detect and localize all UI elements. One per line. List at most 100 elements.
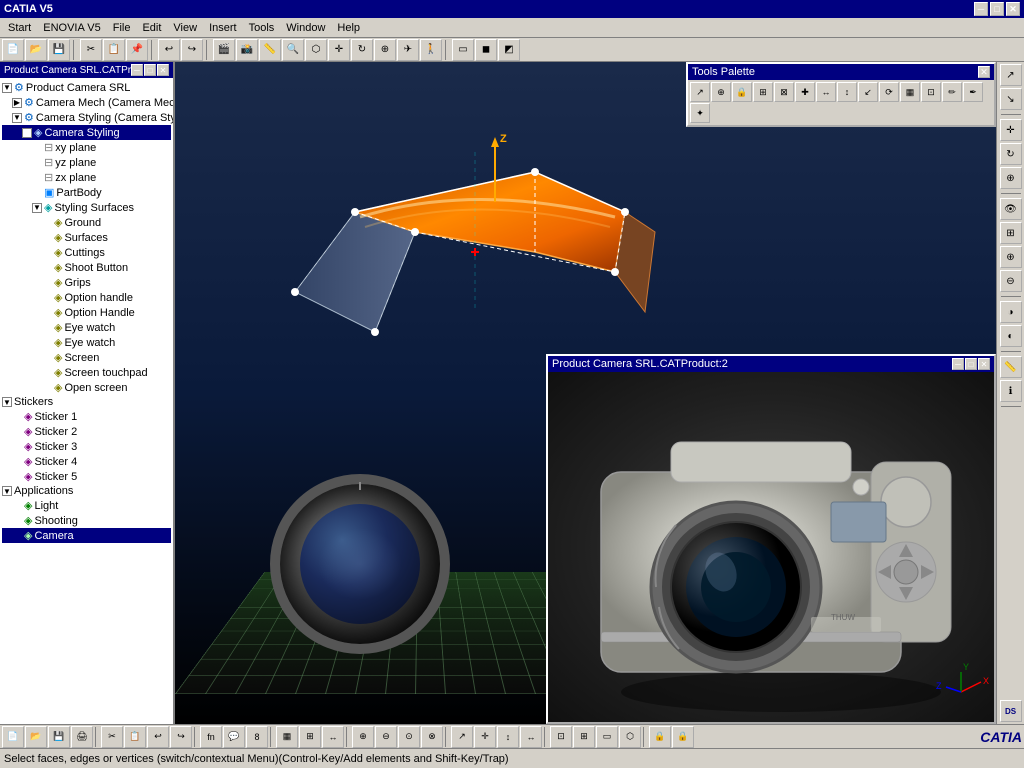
menu-start[interactable]: Start [2,20,37,36]
bt-btn-28[interactable]: 🔒 [672,726,694,748]
tp-btn-4[interactable]: ⊞ [753,82,773,102]
tp-btn-1[interactable]: ↗ [690,82,710,102]
bt-btn-4[interactable]: 🖨 [71,726,93,748]
tree-expand-styling[interactable]: ▼ [22,128,32,138]
tree-item-screen[interactable]: ◈ Screen [2,350,171,365]
tree-expand-surfaces[interactable]: ▼ [32,203,42,213]
select-button[interactable]: ⬡ [305,39,327,61]
rt-catia-logo-btn[interactable]: DS [1000,700,1022,722]
tree-item-applications-group[interactable]: ▼ Applications [2,484,171,498]
menu-file[interactable]: File [107,20,137,36]
analyze-button[interactable]: 🔍 [282,39,304,61]
menu-enovia[interactable]: ENOVIA V5 [37,20,106,36]
menu-window[interactable]: Window [280,20,331,36]
tree-item-sticker-5[interactable]: ◈ Sticker 5 [2,469,171,484]
tp-btn-2[interactable]: ⊕ [711,82,731,102]
tree-item-eye-watch-1[interactable]: ◈ Eye watch [2,320,171,335]
bt-btn-23[interactable]: ⊡ [550,726,572,748]
tree-item-ground[interactable]: ◈ Ground [2,215,171,230]
tp-btn-10[interactable]: ⟳ [879,82,899,102]
rt-measure-btn[interactable]: 📏 [1000,356,1022,378]
redo-button[interactable]: ↪ [181,39,203,61]
rt-view-btn[interactable]: 👁 [1000,198,1022,220]
bt-btn-13[interactable]: ⊞ [299,726,321,748]
tree-item-partbody[interactable]: ▣ PartBody [2,185,171,200]
wire-button[interactable]: ▭ [452,39,474,61]
tree-item-open-screen[interactable]: ◈ Open screen [2,380,171,395]
bt-btn-11[interactable]: 8 [246,726,268,748]
rotate-button[interactable]: ↻ [351,39,373,61]
rt-zoom-in-btn[interactable]: ⊕ [1000,246,1022,268]
render-button[interactable]: 🎬 [213,39,235,61]
rt-hide-btn[interactable]: ◑ [1000,301,1022,323]
tp-btn-5[interactable]: ⊠ [774,82,794,102]
bt-btn-20[interactable]: ✛ [474,726,496,748]
snap-button[interactable]: 📸 [236,39,258,61]
tree-item-eye-watch-2[interactable]: ◈ Eye watch [2,335,171,350]
rt-subselect-btn[interactable]: ↘ [1000,88,1022,110]
tree-expand-stickers[interactable]: ▼ [2,397,12,407]
bt-btn-17[interactable]: ⊙ [398,726,420,748]
v2-minimize-button[interactable]: ─ [952,358,964,370]
tp-btn-12[interactable]: ⊡ [921,82,941,102]
tp-btn-7[interactable]: ↔ [816,82,836,102]
tree-item-camera-app[interactable]: ◈ Camera [2,528,171,543]
tree-expand-styling-parent[interactable]: ▼ [12,113,22,123]
bt-btn-26[interactable]: ⬡ [619,726,641,748]
menu-view[interactable]: View [167,20,203,36]
tree-item-grips[interactable]: ◈ Grips [2,275,171,290]
rt-rotate-btn[interactable]: ↻ [1000,143,1022,165]
tp-btn-15[interactable]: ✦ [690,103,710,123]
bt-btn-5[interactable]: ✂ [101,726,123,748]
tree-item-sticker-2[interactable]: ◈ Sticker 2 [2,424,171,439]
tp-btn-13[interactable]: ✏ [942,82,962,102]
tp-btn-11[interactable]: ▦ [900,82,920,102]
shade-button[interactable]: ◼ [475,39,497,61]
tree-item-option-handle-1[interactable]: ◈ Option handle [2,290,171,305]
tree-item-zx-plane[interactable]: ⊟ zx plane [2,170,171,185]
tp-btn-14[interactable]: ✒ [963,82,983,102]
cut-button[interactable]: ✂ [80,39,102,61]
tree-item-surfaces[interactable]: ◈ Surfaces [2,230,171,245]
copy-button[interactable]: 📋 [103,39,125,61]
paste-button[interactable]: 📌 [126,39,148,61]
bt-btn-24[interactable]: ⊞ [573,726,595,748]
shade2-button[interactable]: ◩ [498,39,520,61]
tree-expand-applications[interactable]: ▼ [2,486,12,496]
tree-item-camera-styling-parent[interactable]: ▼ ⚙ Camera Styling (Camera Styling) [2,110,171,125]
bt-btn-12[interactable]: ▦ [276,726,298,748]
undo-button[interactable]: ↩ [158,39,180,61]
rt-zoom-out-btn[interactable]: ⊖ [1000,270,1022,292]
minimize-button[interactable]: ─ [974,2,988,16]
tree-item-yz-plane[interactable]: ⊟ yz plane [2,155,171,170]
bt-btn-8[interactable]: ↪ [170,726,192,748]
open-button[interactable]: 📂 [25,39,47,61]
menu-insert[interactable]: Insert [203,20,243,36]
tree-expand-mech[interactable]: ▶ [12,98,22,108]
rt-scale-btn[interactable]: ⊕ [1000,167,1022,189]
tp-btn-3[interactable]: 🔒 [732,82,752,102]
tree-item-light[interactable]: ◈ Light [2,498,171,513]
bt-btn-10[interactable]: 💬 [223,726,245,748]
zoom-button[interactable]: ⊕ [374,39,396,61]
bt-btn-27[interactable]: 🔒 [649,726,671,748]
tp-btn-8[interactable]: ↕ [837,82,857,102]
tree-item-styling-surfaces[interactable]: ▼ ◈ Styling Surfaces [2,200,171,215]
rt-zoom-fit-btn[interactable]: ⊞ [1000,222,1022,244]
tree-item-stickers-group[interactable]: ▼ Stickers [2,395,171,409]
tree-item-shoot-button[interactable]: ◈ Shoot Button [2,260,171,275]
bt-btn-2[interactable]: 📂 [25,726,47,748]
tree-item-shooting[interactable]: ◈ Shooting [2,513,171,528]
tree-item-cuttings[interactable]: ◈ Cuttings [2,245,171,260]
tp-btn-9[interactable]: ↙ [858,82,878,102]
measure-button[interactable]: 📏 [259,39,281,61]
bt-btn-3[interactable]: 💾 [48,726,70,748]
fly-button[interactable]: ✈ [397,39,419,61]
v2-maximize-button[interactable]: □ [965,358,977,370]
bt-btn-7[interactable]: ↩ [147,726,169,748]
tree-item-sticker-3[interactable]: ◈ Sticker 3 [2,439,171,454]
bt-btn-22[interactable]: ↔ [520,726,542,748]
menu-edit[interactable]: Edit [136,20,167,36]
rt-info-btn[interactable]: ℹ [1000,380,1022,402]
tree-close-button[interactable]: ✕ [157,64,169,76]
